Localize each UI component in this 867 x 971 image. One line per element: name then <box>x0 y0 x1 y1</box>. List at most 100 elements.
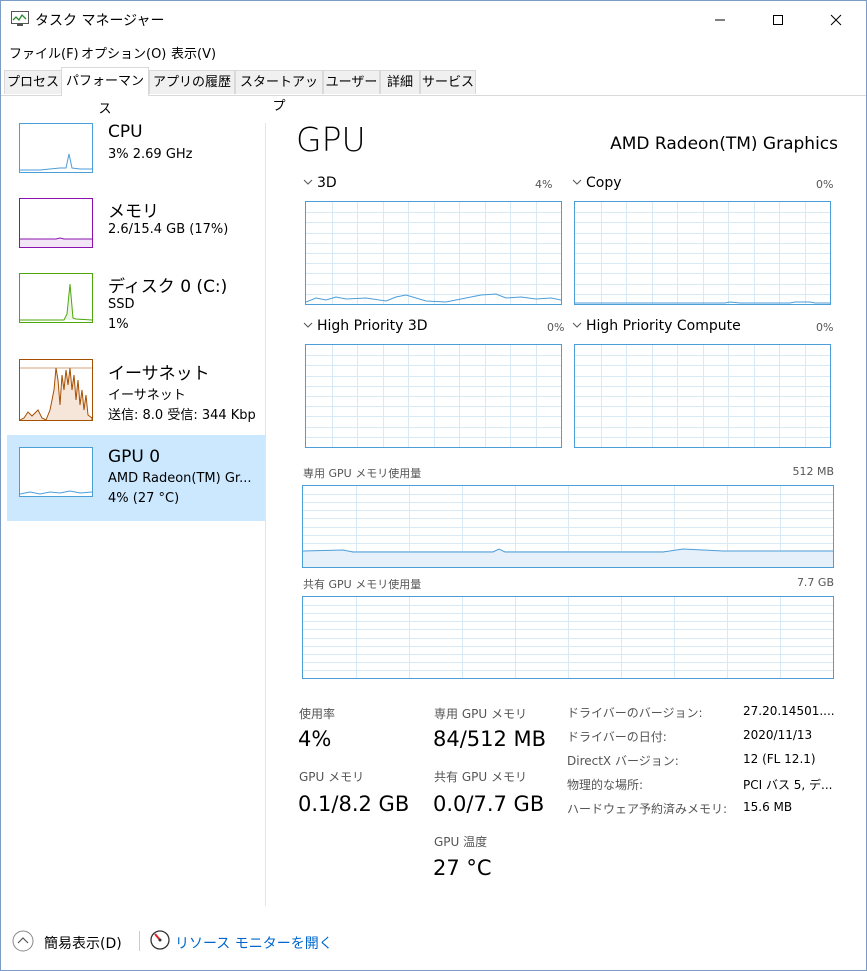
sidebar-item-cpu[interactable]: CPU 3% 2.69 GHz <box>7 116 265 202</box>
task-manager-app-icon <box>11 11 29 26</box>
driver-version-value: 27.20.14501.... <box>743 704 835 718</box>
memory-thumbnail-graph <box>19 198 93 248</box>
open-resource-monitor-link[interactable]: リソース モニターを開く <box>175 933 333 953</box>
engine-3d-label[interactable]: 3D <box>317 175 337 191</box>
sidebar-ethernet-throughput: 送信: 8.0 受信: 344 Kbp <box>108 408 256 423</box>
close-button[interactable] <box>807 1 865 39</box>
page-title: GPU <box>296 120 366 159</box>
tab-users[interactable]: ユーザー <box>323 70 380 94</box>
usage-value: 4% <box>298 727 332 751</box>
engine-copy-graph <box>574 201 831 305</box>
cpu-thumbnail-graph <box>19 123 93 173</box>
maximize-button[interactable] <box>749 1 807 39</box>
shared-memory-graph <box>302 596 834 679</box>
tab-app-history[interactable]: アプリの履歴 <box>149 70 235 94</box>
tab-processes[interactable]: プロセス <box>4 70 62 94</box>
chevron-down-icon[interactable] <box>572 179 582 186</box>
engine-hpcompute-label[interactable]: High Priority Compute <box>586 318 741 334</box>
chevron-up-circle-icon[interactable] <box>12 930 34 952</box>
dedicated-memory-graph <box>302 485 834 568</box>
gpu-model-name: AMD Radeon(TM) Graphics <box>610 134 838 154</box>
sidebar-gpu-usage: 4% (27 °C) <box>108 491 180 506</box>
maximize-icon <box>773 15 783 25</box>
dedicated-memory-stat-label: 専用 GPU メモリ <box>434 707 527 721</box>
sidebar-item-ethernet[interactable]: イーサネット イーサネット 送信: 8.0 受信: 344 Kbp <box>7 351 265 437</box>
sidebar-disk-usage: 1% <box>108 317 129 332</box>
shared-memory-stat-value: 0.0/7.7 GB <box>433 792 545 816</box>
sidebar-gpu-name: GPU 0 <box>108 447 161 467</box>
sidebar-memory-name: メモリ <box>108 202 159 222</box>
title-bar: タスク マネージャー <box>1 1 866 39</box>
dedicated-memory-stat-value: 84/512 MB <box>433 727 547 751</box>
gpu-temp-label: GPU 温度 <box>434 835 488 849</box>
task-manager-window: タスク マネージャー ファイル(F) オプション(O) 表示(V) プロセス パ… <box>0 0 867 971</box>
memory-sparkline <box>20 237 92 247</box>
engine-3d-graph <box>305 201 562 305</box>
engine-hp3d-percent: 0% <box>547 321 565 334</box>
sidebar-item-disk[interactable]: ディスク 0 (C:) SSD 1% <box>7 266 265 352</box>
close-icon <box>830 14 842 26</box>
dedicated-memory-label: 専用 GPU メモリ使用量 <box>303 467 422 480</box>
engine-3d-percent: 4% <box>535 178 553 191</box>
sidebar-disk-name: ディスク 0 (C:) <box>108 277 228 297</box>
engine-copy-label[interactable]: Copy <box>586 175 622 191</box>
reserved-memory-key: ハードウェア予約済みメモリ: <box>567 802 728 816</box>
resource-monitor-icon[interactable] <box>150 930 170 950</box>
engine-hpcompute-percent: 0% <box>816 321 834 334</box>
engine-hp3d-graph <box>305 344 562 448</box>
engine-hpcompute-graph <box>574 344 831 448</box>
footer-bar: 簡易表示(D) リソース モニターを開く <box>1 921 866 965</box>
chevron-down-icon[interactable] <box>303 179 313 186</box>
engine-3d-plot <box>306 202 561 304</box>
sidebar-ethernet-name: イーサネット <box>108 364 210 384</box>
ethernet-thumbnail-graph <box>19 359 93 421</box>
gpu-temp-value: 27 °C <box>433 856 492 880</box>
sidebar-item-memory[interactable]: メモリ 2.6/15.4 GB (17%) <box>7 191 265 277</box>
tab-strip: プロセス パフォーマンス アプリの履歴 スタートアップ ユーザー 詳細 サービス <box>1 67 866 117</box>
sidebar-disk-type: SSD <box>108 297 135 312</box>
shared-memory-label: 共有 GPU メモリ使用量 <box>303 578 422 591</box>
driver-date-key: ドライバーの日付: <box>567 730 667 744</box>
fewer-details-link[interactable]: 簡易表示(D) <box>44 933 122 953</box>
sidebar-item-gpu[interactable]: GPU 0 AMD Radeon(TM) Gr... 4% (27 °C) <box>7 435 265 521</box>
tab-services[interactable]: サービス <box>420 70 476 94</box>
window-title: タスク マネージャー <box>35 13 165 29</box>
reserved-memory-value: 15.6 MB <box>743 800 793 814</box>
minimize-button[interactable] <box>691 1 749 39</box>
engine-hp3d-plot <box>306 345 561 447</box>
directx-version-key: DirectX バージョン: <box>567 754 679 768</box>
tab-startup[interactable]: スタートアップ <box>235 70 323 114</box>
physical-location-key: 物理的な場所: <box>567 778 644 792</box>
shared-memory-stat-label: 共有 GPU メモリ <box>434 770 527 784</box>
shared-memory-plot <box>303 597 833 678</box>
menu-view[interactable]: 表示(V) <box>171 43 216 62</box>
engine-hpcompute-plot <box>575 345 830 447</box>
menu-options[interactable]: オプション(O) <box>81 43 166 62</box>
driver-date-value: 2020/11/13 <box>743 728 813 742</box>
dedicated-memory-max: 512 MB <box>792 465 834 478</box>
minimize-icon <box>715 19 725 21</box>
chevron-down-icon[interactable] <box>303 322 313 329</box>
gpu-sparkline <box>20 490 92 495</box>
sidebar-ethernet-adapter: イーサネット <box>108 388 186 403</box>
disk-sparkline <box>20 283 92 321</box>
engine-hp3d-label[interactable]: High Priority 3D <box>317 318 428 334</box>
disk-thumbnail-graph <box>19 273 93 323</box>
shared-memory-max: 7.7 GB <box>796 576 834 589</box>
footer-separator <box>139 931 140 951</box>
physical-location-value: PCI バス 5, デ... <box>743 778 833 792</box>
sidebar-divider <box>265 123 266 906</box>
gpu-memory-label: GPU メモリ <box>299 770 365 784</box>
sidebar-cpu-detail: 3% 2.69 GHz <box>108 147 193 162</box>
dedicated-memory-plot <box>303 486 833 567</box>
performance-sidebar: CPU 3% 2.69 GHz メモリ 2.6/15.4 GB (17%) ディ… <box>1 96 265 906</box>
menu-bar: ファイル(F) オプション(O) 表示(V) <box>1 39 866 63</box>
gpu-thumbnail-graph <box>19 447 93 497</box>
sidebar-cpu-name: CPU <box>108 122 143 142</box>
tab-performance[interactable]: パフォーマンス <box>61 67 149 117</box>
tab-details[interactable]: 詳細 <box>380 70 420 94</box>
ethernet-sparkline <box>20 367 92 420</box>
chevron-down-icon[interactable] <box>572 322 582 329</box>
usage-label: 使用率 <box>299 707 336 721</box>
menu-file[interactable]: ファイル(F) <box>9 43 79 62</box>
